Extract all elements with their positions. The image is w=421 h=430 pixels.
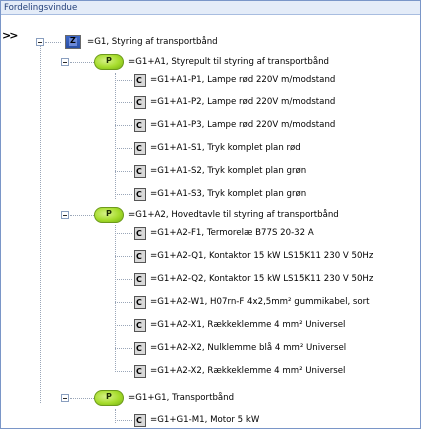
tree-node-label: =G1+A2-X1, Rækkeklemme 4 mm² Universel [150,320,346,330]
tree-group-node[interactable]: P =G1+A1, Styrepult til styring af trans… [94,52,329,72]
component-icon: C [134,249,146,263]
tree-item-node[interactable]: C =G1+A1-S2, Tryk komplet plan grøn [134,161,306,181]
component-icon: C [134,95,146,109]
tree-item-node[interactable]: C =G1+A2-Q1, Kontaktor 15 kW LS15K11 230… [134,246,373,266]
component-icon: C [134,341,146,355]
component-icon: C [134,272,146,286]
tree-node-label: =G1+A1-S2, Tryk komplet plan grøn [150,166,307,176]
assembly-icon: P [94,54,124,70]
component-icon: C [134,413,146,427]
tree-node-label: =G1+G1, Transportbånd [128,393,235,403]
system-icon: Z [65,35,81,49]
tree-node-label: =G1, Styring af transportbånd [87,37,218,47]
tree-node-label: =G1+G1-M1, Motor 5 kW [150,415,260,425]
tree-group-node[interactable]: P =G1+G1, Transportbånd [94,388,234,408]
tree-node-label: =G1+A2, Hovedtavle til styring af transp… [128,210,339,220]
tree-node-label: =G1+A1-S3, Tryk komplet plan grøn [150,189,307,199]
component-icon: C [134,187,146,201]
tree-view: Z =G1, Styring af transportbånd P =G1+A1… [1,1,420,428]
distribution-window: Fordelingsvindue >> Z =G1, Styring af tr… [0,0,421,429]
tree-node-label: =G1+A1-S1, Tryk komplet plan rød [150,143,301,153]
tree-item-node[interactable]: C =G1+A2-X2, Rækkeklemme 4 mm² Universel [134,361,345,381]
component-icon: C [134,141,146,155]
tree-node-label: =G1+A2-Q2, Kontaktor 15 kW LS15K11 230 V… [150,274,374,284]
tree-item-node[interactable]: C =G1+A2-X1, Rækkeklemme 4 mm² Universel [134,315,345,335]
tree-node-label: =G1+A2-X2, Nulklemme blå 4 mm² Universel [150,343,347,353]
assembly-icon: P [94,390,124,406]
component-icon: C [134,295,146,309]
tree-node-label: =G1+A2-Q1, Kontaktor 15 kW LS15K11 230 V… [150,251,374,261]
assembly-icon: P [94,207,124,223]
tree-node-label: =G1+A2-F1, Termorelæ B77S 20-32 A [150,228,314,238]
tree-item-node[interactable]: C =G1+A2-X2, Nulklemme blå 4 mm² Univers… [134,338,346,358]
tree-item-node[interactable]: C =G1+A2-F1, Termorelæ B77S 20-32 A [134,223,314,243]
tree-node-label: =G1+A1-P1, Lampe rød 220V m/modstand [150,75,336,85]
tree-node-label: =G1+A2-X2, Rækkeklemme 4 mm² Universel [150,366,346,376]
tree-item-node[interactable]: C =G1+A1-P3, Lampe rød 220V m/modstand [134,115,335,135]
component-icon: C [134,226,146,240]
component-icon: C [134,118,146,132]
tree-item-node[interactable]: C =G1+A2-W1, H07rn-F 4x2,5mm² gummikabel… [134,292,370,312]
tree-node-label: =G1+A2-W1, H07rn-F 4x2,5mm² gummikabel, … [150,297,370,307]
component-icon: C [134,318,146,332]
tree-item-node[interactable]: C =G1+A2-Q2, Kontaktor 15 kW LS15K11 230… [134,269,373,289]
component-icon: C [134,164,146,178]
tree-item-node[interactable]: C =G1+A1-P1, Lampe rød 220V m/modstand [134,70,335,90]
tree-node-label: =G1+A1, Styrepult til styring af transpo… [128,57,329,67]
component-icon: C [134,364,146,378]
tree-node-label: =G1+A1-P2, Lampe rød 220V m/modstand [150,97,336,107]
component-icon: C [134,73,146,87]
expander-group-2[interactable] [61,211,69,219]
expander-group-1[interactable] [61,58,69,66]
tree-group-node[interactable]: P =G1+A2, Hovedtavle til styring af tran… [94,205,339,225]
tree-item-node[interactable]: C =G1+A1-S3, Tryk komplet plan grøn [134,184,306,204]
tree-item-node[interactable]: C =G1+A1-S1, Tryk komplet plan rød [134,138,301,158]
expander-group-3[interactable] [61,394,69,402]
tree-node-label: =G1+A1-P3, Lampe rød 220V m/modstand [150,120,336,130]
tree-root-node[interactable]: Z =G1, Styring af transportbånd [65,32,218,52]
tree-item-node[interactable]: C =G1+A1-P2, Lampe rød 220V m/modstand [134,92,335,112]
expander-root[interactable] [36,38,44,46]
tree-item-node[interactable]: C =G1+G1-M1, Motor 5 kW [134,410,259,430]
